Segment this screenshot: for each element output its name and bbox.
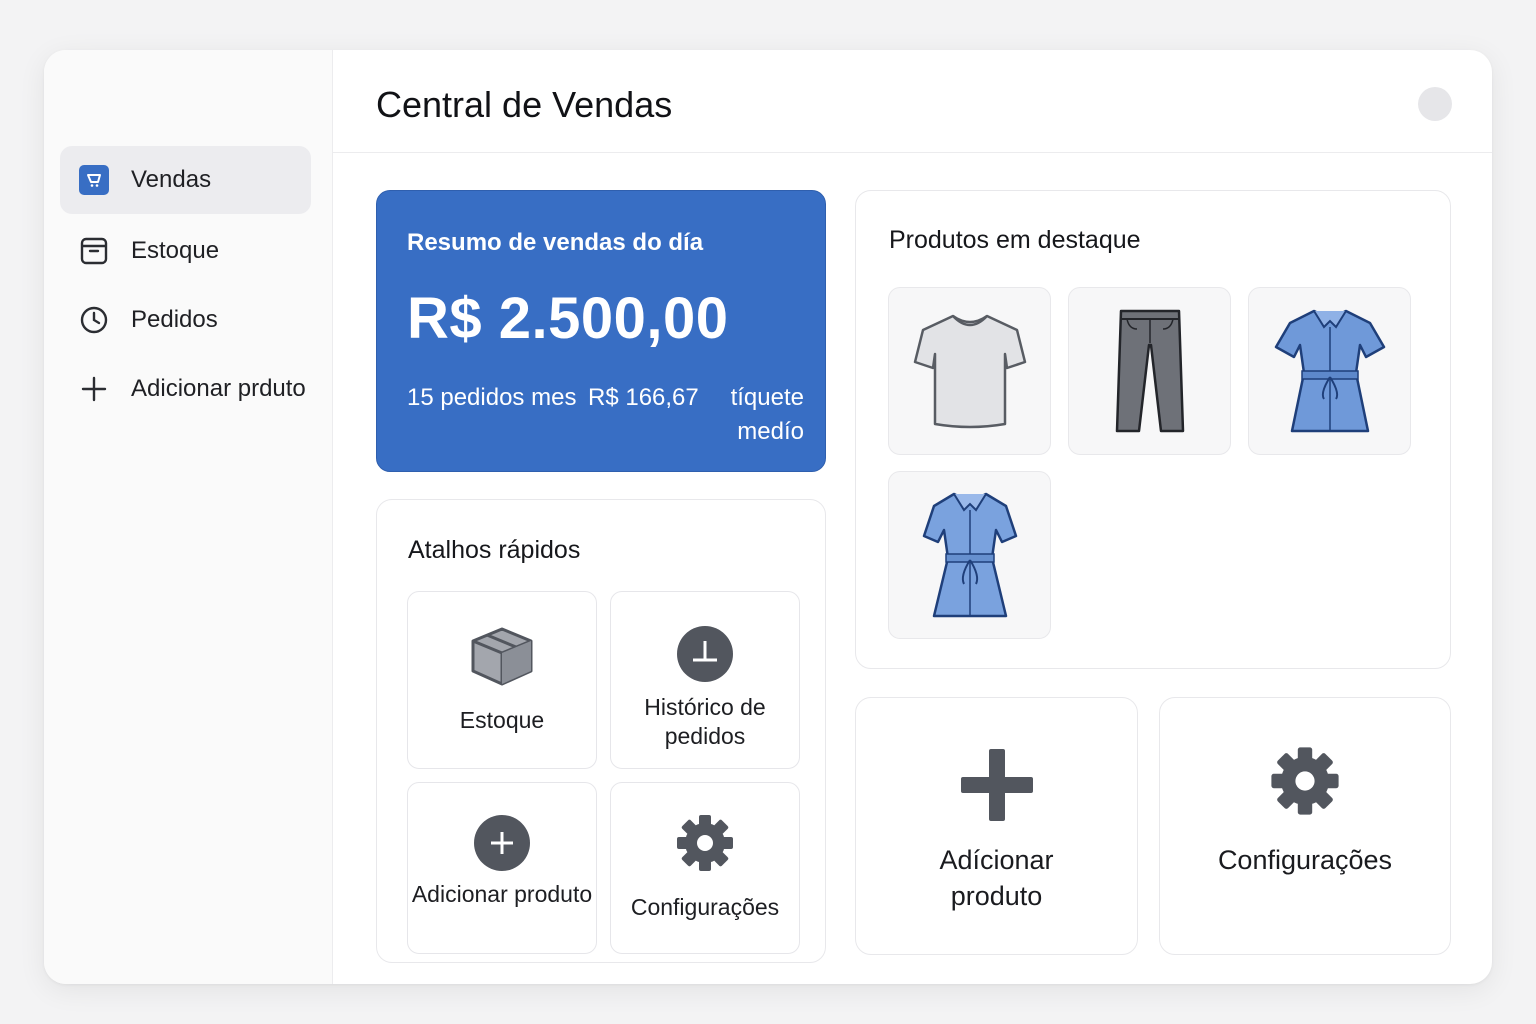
summary-title: Resumo de vendas do día — [407, 229, 704, 256]
shortcut-label: Estoque — [459, 707, 545, 733]
shortcut-label: Adicionar produto — [411, 881, 593, 907]
product-pants[interactable] — [1068, 287, 1231, 455]
sidebar-item-adicionar-produto[interactable]: Adicionar prduto — [60, 355, 311, 423]
avatar[interactable] — [1418, 87, 1452, 121]
cart-icon — [78, 164, 110, 196]
history-icon — [676, 625, 734, 688]
sidebar-item-pedidos[interactable]: Pedidos — [60, 286, 311, 354]
sales-summary-card: Resumo de vendas do día R$ 2.500,00 15 p… — [376, 190, 826, 472]
sidebar-item-label: Adicionar prduto — [131, 375, 306, 402]
shortcut-estoque[interactable]: Estoque — [407, 591, 597, 769]
sidebar-item-estoque[interactable]: Estoque — [60, 217, 311, 285]
plus-circle-icon — [473, 814, 531, 877]
app-window: Vendas Estoque Pedidos Adicionar prduto … — [44, 50, 1492, 984]
settings-label: Configurações — [1217, 845, 1393, 875]
product-dress[interactable] — [888, 471, 1051, 639]
shortcut-historico[interactable]: Histórico de pedidos — [610, 591, 800, 769]
blue-dress-icon — [1274, 309, 1385, 433]
blue-dress-icon — [922, 492, 1017, 618]
summary-total: R$ 2.500,00 — [407, 286, 729, 351]
product-dress[interactable] — [1248, 287, 1411, 455]
summary-average-label: tíquete medío — [730, 384, 804, 445]
add-product-button[interactable]: Adícionar produto — [855, 697, 1138, 955]
pants-icon — [1115, 309, 1184, 433]
inventory-icon — [78, 235, 110, 267]
tshirt-icon — [913, 314, 1026, 429]
summary-average-value: R$ 166,67 — [588, 384, 699, 411]
settings-button[interactable]: Configurações — [1159, 697, 1451, 955]
featured-products-card: Produtos em destaque — [855, 190, 1451, 669]
box-icon — [469, 626, 535, 693]
plus-icon — [960, 749, 1033, 826]
gear-icon — [675, 813, 735, 878]
shortcut-configuracoes[interactable]: Configurações — [610, 782, 800, 954]
sidebar-item-label: Estoque — [131, 237, 220, 264]
shortcut-label: Configurações — [630, 894, 780, 920]
shortcut-adicionar-produto[interactable]: Adicionar produto — [407, 782, 597, 954]
sidebar-item-label: Pedidos — [131, 306, 218, 333]
shortcuts-card: Atalhos rápidos Estoque Histórico de ped… — [376, 499, 826, 963]
shortcuts-title: Atalhos rápidos — [408, 536, 581, 564]
sidebar: Vendas Estoque Pedidos Adicionar prduto — [44, 50, 333, 984]
summary-orders: 15 pedidos mes — [407, 384, 577, 411]
product-tshirt[interactable] — [888, 287, 1051, 455]
header: Central de Vendas — [333, 50, 1492, 153]
shortcut-label: Histórico de pedidos — [644, 694, 766, 749]
sidebar-item-vendas[interactable]: Vendas — [60, 146, 311, 214]
page-title: Central de Vendas — [376, 84, 673, 125]
clock-icon — [78, 304, 110, 336]
gear-icon — [1269, 745, 1341, 822]
plus-icon — [78, 373, 110, 405]
add-product-label: Adícionar produto — [939, 845, 1054, 911]
sidebar-item-label: Vendas — [131, 166, 212, 193]
featured-title: Produtos em destaque — [889, 226, 1141, 254]
